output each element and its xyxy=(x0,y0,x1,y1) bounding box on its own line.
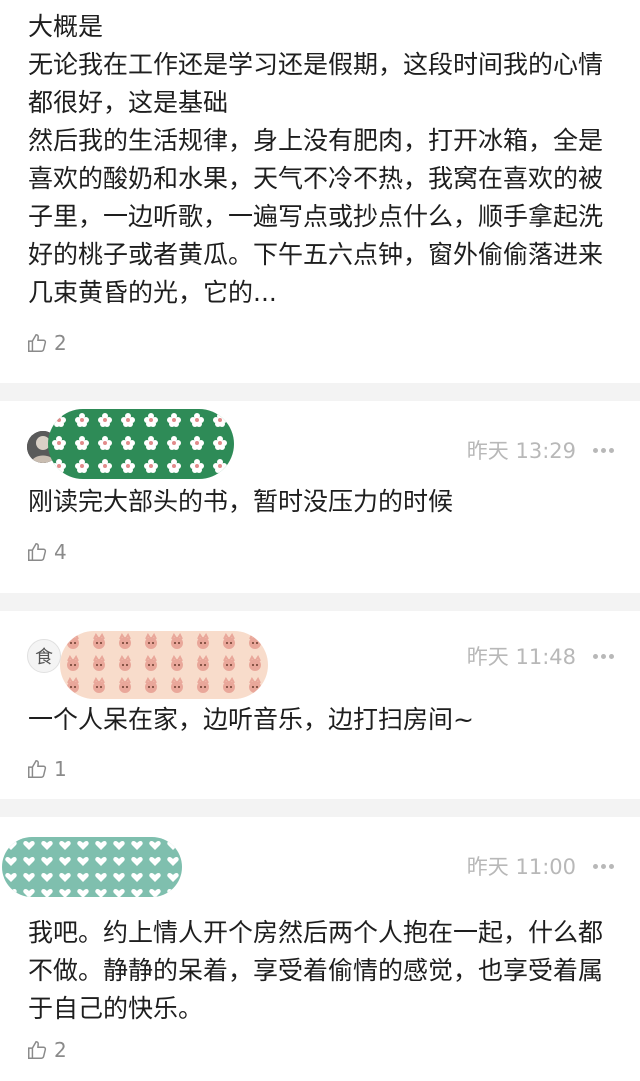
comment-meta: 昨天 13:29 xyxy=(467,435,614,465)
separator xyxy=(0,383,640,401)
comment-time: 昨天 11:48 xyxy=(466,645,576,669)
comment-meta: 昨天 11:48 xyxy=(467,641,614,671)
comment-card-2: 昨天 13:29 刚读完大部头的书，暂时没压力的时候 4 xyxy=(0,401,640,593)
username-sticker xyxy=(48,409,234,479)
separator xyxy=(0,593,640,611)
more-dots-icon[interactable] xyxy=(590,653,614,659)
comment-time: 昨天 11:00 xyxy=(466,855,576,879)
thumbs-up-icon xyxy=(28,543,47,561)
thumbs-up-icon xyxy=(28,760,47,778)
like-button[interactable]: 1 xyxy=(26,757,67,781)
more-dots-icon[interactable] xyxy=(590,447,614,453)
avatar[interactable]: 食 xyxy=(27,639,61,673)
username-sticker xyxy=(2,837,182,897)
comment-text: 刚读完大部头的书，暂时没压力的时候 xyxy=(28,487,454,516)
comment-feed: 大概是 无论我在工作还是学习还是假期，这段时间我的心情都很好，这是基础 然后我的… xyxy=(0,0,640,1081)
like-count: 4 xyxy=(54,540,67,564)
comment-text: 我吧。约上情人开个房然后两个人抱在一起，什么都不做。静静的呆着，享受着偷情的感觉… xyxy=(28,918,604,1023)
comment-time: 昨天 13:29 xyxy=(466,439,576,463)
comment-meta: 昨天 11:00 xyxy=(467,851,614,881)
comment-text: 大概是 无论我在工作还是学习还是假期，这段时间我的心情都很好，这是基础 然后我的… xyxy=(28,12,604,307)
like-count: 2 xyxy=(54,331,67,355)
like-count: 2 xyxy=(54,1038,67,1062)
separator xyxy=(0,799,640,817)
thumbs-up-icon xyxy=(28,1041,47,1059)
comment-card-4: 昨天 11:00 我吧。约上情人开个房然后两个人抱在一起，什么都不做。静静的呆着… xyxy=(0,817,640,1081)
comment-card-1: 大概是 无论我在工作还是学习还是假期，这段时间我的心情都很好，这是基础 然后我的… xyxy=(0,0,640,383)
like-button[interactable]: 2 xyxy=(26,331,67,355)
comment-text: 一个人呆在家，边听音乐，边打扫房间~ xyxy=(28,705,474,734)
thumbs-up-icon xyxy=(28,334,47,352)
like-button[interactable]: 2 xyxy=(26,1038,67,1062)
more-dots-icon[interactable] xyxy=(590,863,614,869)
like-button[interactable]: 4 xyxy=(26,540,67,564)
username-sticker xyxy=(60,631,268,699)
comment-card-3: 食 昨天 11:48 一个人呆在家，边听音乐，边打扫房间~ 1 xyxy=(0,611,640,799)
like-count: 1 xyxy=(54,757,67,781)
avatar-label: 食 xyxy=(35,647,53,668)
